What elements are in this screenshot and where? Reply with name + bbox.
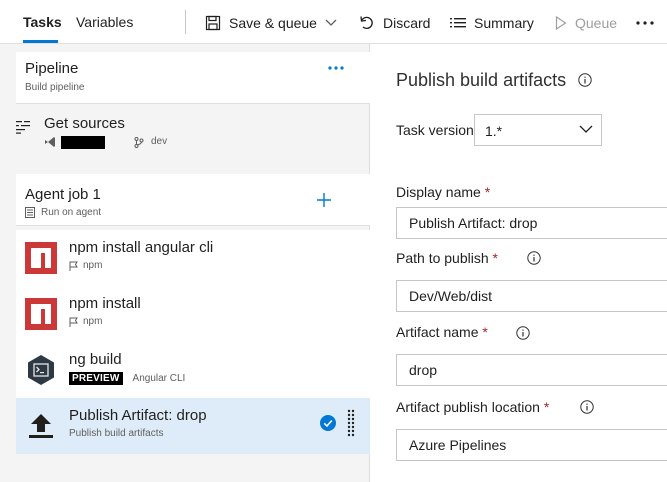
pipeline-subtitle: Build pipeline — [25, 82, 85, 93]
pipeline-title: Pipeline — [25, 60, 79, 77]
npm-icon — [25, 242, 57, 274]
ellipsis-icon — [636, 21, 654, 25]
sources-icon — [16, 121, 30, 134]
chevron-down-icon — [579, 125, 593, 133]
path-to-publish-field[interactable] — [396, 280, 667, 312]
npm-icon — [25, 298, 57, 330]
queue-label: Queue — [575, 15, 618, 31]
info-icon[interactable] — [578, 73, 592, 87]
artifact-name-field[interactable] — [396, 354, 667, 386]
play-icon — [555, 16, 567, 30]
ellipsis-icon[interactable] — [328, 66, 344, 70]
discard-button[interactable]: Discard — [359, 13, 430, 33]
display-name-field[interactable] — [396, 207, 667, 239]
info-icon[interactable] — [580, 400, 594, 414]
task-npm-install-angular-cli[interactable]: npm install angular cli npm — [16, 230, 370, 286]
task-version-label: Task version — [396, 122, 474, 138]
details-title: Publish build artifacts — [396, 70, 567, 90]
task-subtitle: Publish build artifacts — [69, 428, 164, 439]
task-title: npm install — [69, 295, 141, 312]
undo-icon — [360, 16, 373, 30]
pipeline-tasks-panel: Pipeline Build pipeline Get sources dev … — [0, 44, 370, 482]
branch-icon — [134, 137, 144, 148]
add-task-icon[interactable] — [316, 192, 332, 208]
save-queue-button[interactable]: Save & queue — [205, 13, 345, 33]
path-label-text: Path to publish — [396, 250, 489, 266]
task-ng-build[interactable]: ng build PREVIEW Angular CLI — [16, 342, 370, 398]
pipeline-header[interactable]: Pipeline Build pipeline — [16, 52, 370, 104]
active-tab-indicator — [23, 40, 58, 43]
more-options-button[interactable] — [636, 13, 662, 33]
artifact-name-label: Artifact name * — [396, 324, 488, 340]
task-version-value: 1.* — [485, 123, 503, 139]
required-marker: * — [543, 399, 550, 415]
flag-icon — [69, 261, 78, 271]
task-subtitle-text: npm — [83, 316, 103, 327]
task-subtitle-text: Angular CLI — [132, 373, 186, 384]
task-subtitle: npm — [69, 316, 102, 327]
list-icon — [450, 18, 466, 28]
task-npm-install[interactable]: npm install npm — [16, 286, 370, 342]
artifact-location-field[interactable] — [396, 429, 667, 461]
agent-job-subtitle: Run on agent — [41, 207, 102, 218]
save-queue-label: Save & queue — [229, 15, 317, 31]
upload-icon — [29, 414, 53, 438]
task-subtitle-text: npm — [83, 260, 103, 271]
queue-button[interactable]: Queue — [555, 13, 617, 33]
get-sources-title: Get sources — [44, 115, 125, 132]
tab-tasks[interactable]: Tasks — [23, 14, 62, 30]
task-publish-artifact[interactable]: Publish Artifact: drop Publish build art… — [16, 398, 370, 454]
discard-label: Discard — [383, 15, 431, 31]
artifact-location-label: Artifact publish location * — [396, 399, 549, 415]
redacted-repository — [61, 136, 105, 149]
preview-badge: PREVIEW — [69, 372, 123, 385]
info-icon[interactable] — [516, 326, 530, 340]
summary-label: Summary — [474, 15, 534, 31]
task-subtitle: npm — [69, 260, 102, 271]
chevron-down-icon — [325, 19, 337, 26]
display-name-label: Display name * — [396, 184, 490, 200]
server-icon — [25, 207, 35, 218]
drag-handle-icon[interactable] — [347, 409, 355, 437]
display-name-label-text: Display name — [396, 184, 481, 200]
task-title: ng build — [69, 351, 122, 368]
artifact-name-label-text: Artifact name — [396, 324, 479, 340]
save-icon — [205, 15, 221, 31]
task-subtitle-text: Publish build artifacts — [69, 428, 164, 439]
summary-button[interactable]: Summary — [450, 13, 534, 33]
toolbar-divider — [185, 10, 186, 34]
visual-studio-icon — [45, 137, 55, 147]
info-icon[interactable] — [527, 251, 541, 265]
required-marker: * — [492, 250, 498, 266]
task-version-select[interactable]: 1.* — [474, 114, 602, 146]
required-marker: * — [484, 184, 491, 200]
agent-job-title: Agent job 1 — [25, 186, 101, 203]
check-circle-icon — [320, 415, 336, 431]
location-label-text: Artifact publish location — [396, 399, 540, 415]
path-to-publish-label: Path to publish * — [396, 250, 498, 266]
flag-icon — [69, 317, 78, 327]
toolbar: Tasks Variables Save & queue Discard Sum… — [0, 0, 667, 44]
task-title: npm install angular cli — [69, 239, 214, 256]
required-marker: * — [482, 324, 488, 340]
tab-variables[interactable]: Variables — [76, 14, 133, 30]
get-sources-item[interactable]: Get sources dev — [0, 110, 370, 162]
angular-cli-icon — [28, 355, 54, 385]
task-details-panel: Publish build artifacts Task version 1.*… — [371, 44, 667, 482]
task-title: Publish Artifact: drop — [69, 407, 207, 424]
agent-job[interactable]: Agent job 1 Run on agent — [16, 174, 370, 226]
task-subtitle: PREVIEW Angular CLI — [69, 372, 185, 385]
source-branch: dev — [151, 136, 168, 147]
